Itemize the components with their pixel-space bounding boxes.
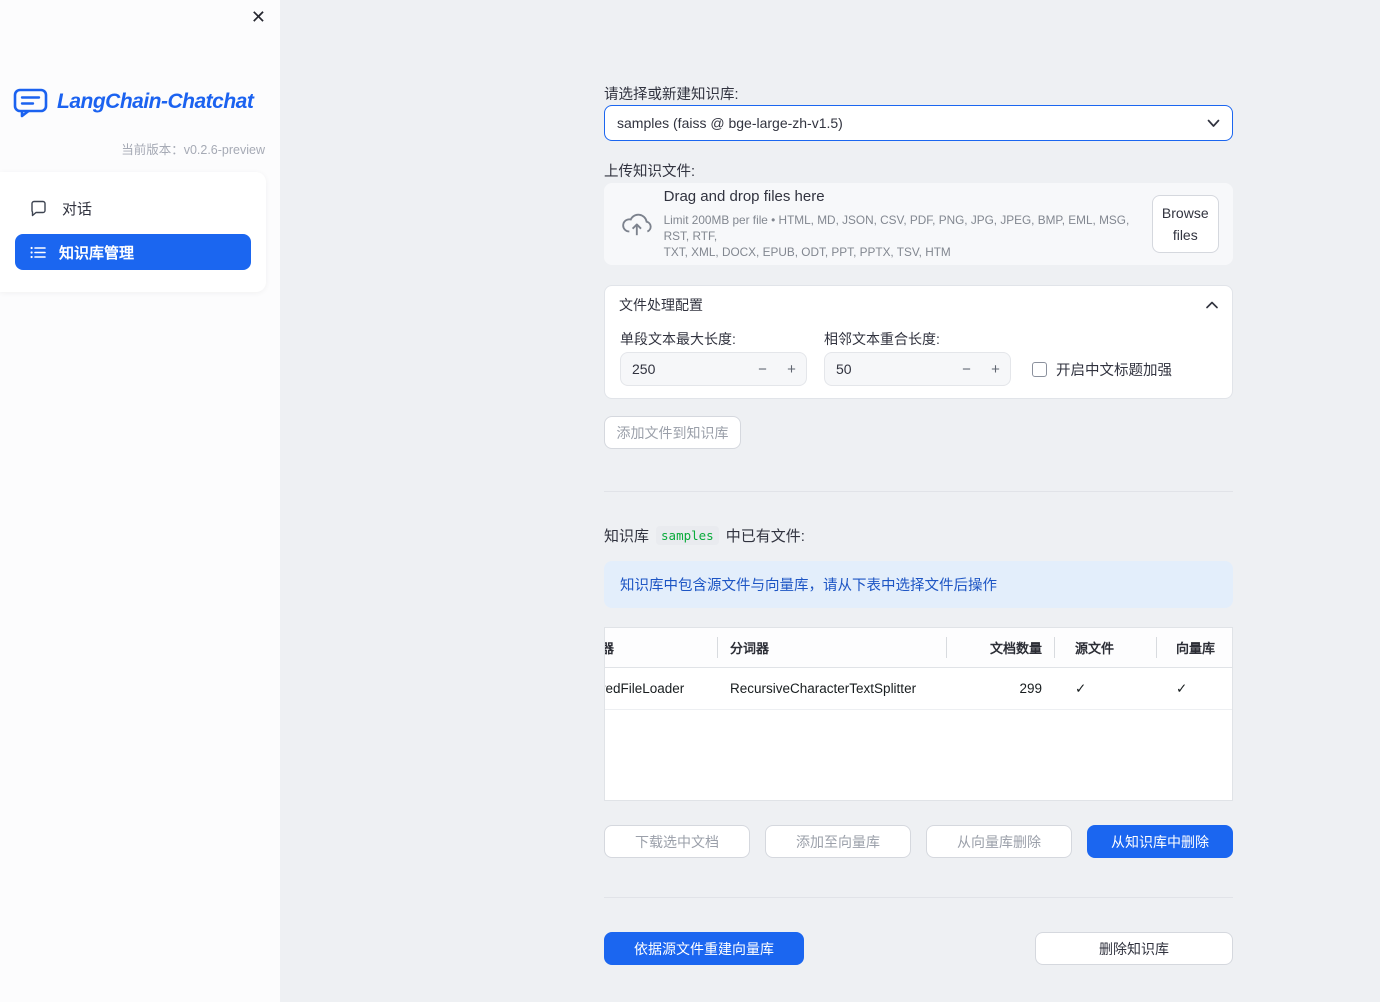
dropzone-text: Drag and drop files here Limit 200MB per…	[664, 188, 1152, 260]
chunk-increment-button[interactable]: +	[777, 361, 806, 378]
info-alert: 知识库中包含源文件与向量库，请从下表中选择文件后操作	[604, 561, 1233, 608]
overlap-value: 50	[836, 361, 852, 377]
chunk-size-value: 250	[632, 361, 656, 377]
chevron-up-icon	[1206, 301, 1218, 308]
kb-selectbox[interactable]: samples (faiss @ bge-large-zh-v1.5)	[604, 105, 1233, 141]
chat-bubble-icon	[31, 200, 46, 216]
file-actions-row: 下载选中文档 添加至向量库 从向量库删除 从知识库中删除	[604, 825, 1233, 858]
cell-doc-count: 299	[1019, 681, 1042, 696]
divider	[604, 897, 1233, 898]
upload-cloud-icon	[622, 213, 652, 236]
main-content: 请选择或新建知识库: samples (faiss @ bge-large-zh…	[604, 0, 1234, 1002]
table-row[interactable]: redFileLoader RecursiveCharacterTextSpli…	[605, 668, 1232, 710]
chevron-down-icon[interactable]	[1207, 119, 1220, 128]
chunk-decrement-button[interactable]: −	[748, 361, 777, 378]
version-label: 当前版本：v0.2.6-preview	[121, 143, 265, 157]
col-header-splitter[interactable]: 分词器	[718, 628, 947, 667]
logo-chat-icon	[13, 88, 48, 118]
app-logo: LangChain-Chatchat	[13, 86, 267, 118]
kb-files-prefix: 知识库	[604, 528, 650, 545]
checkbox-box[interactable]	[1032, 361, 1047, 377]
kb-selectbox-value: samples (faiss @ bge-large-zh-v1.5)	[617, 115, 843, 131]
sidebar-item-knowledge-base[interactable]: 知识库管理	[15, 234, 251, 270]
menu-item-label: 知识库管理	[59, 244, 135, 262]
kb-files-suffix: 中已有文件:	[725, 528, 805, 545]
browse-files-button[interactable]: Browse files	[1151, 195, 1220, 253]
cell-splitter: RecursiveCharacterTextSplitter	[730, 681, 917, 696]
chunk-size-input[interactable]: 250 − +	[620, 352, 807, 386]
col-header-loader[interactable]: 器	[605, 628, 718, 667]
sidebar: ✕ LangChain-Chatchat 当前版本：v0.2.6-preview…	[0, 0, 280, 1002]
rebuild-vector-store-button[interactable]: 依据源文件重建向量库	[604, 932, 804, 965]
sidebar-item-dialogue[interactable]: 对话	[0, 186, 266, 230]
files-table: 器 分词器 文档数量 源文件 向量库 redFileLoader Recursi…	[604, 627, 1233, 801]
checkbox-label: 开启中文标题加强	[1056, 362, 1172, 379]
sidebar-menu: 对话 知识库管理	[0, 172, 266, 292]
overlap-label: 相邻文本重合长度:	[824, 331, 940, 347]
delete-from-vector-store-button[interactable]: 从向量库删除	[926, 825, 1072, 858]
download-selected-button[interactable]: 下载选中文档	[604, 825, 750, 858]
delete-from-kb-button[interactable]: 从知识库中删除	[1087, 825, 1233, 858]
expander-title: 文件处理配置	[619, 296, 703, 313]
dropzone-limit: Limit 200MB per file • HTML, MD, JSON, C…	[664, 212, 1152, 260]
col-header-doc-count[interactable]: 文档数量	[947, 628, 1055, 667]
close-sidebar-icon[interactable]: ✕	[251, 7, 266, 27]
kb-files-heading: 知识库 samples 中已有文件:	[604, 525, 805, 546]
logo-text: LangChain-Chatchat	[57, 90, 254, 113]
dropzone-title: Drag and drop files here	[663, 188, 825, 205]
dropzone-limit-line1: Limit 200MB per file • HTML, MD, JSON, C…	[663, 213, 1130, 243]
chunk-size-label: 单段文本最大长度:	[620, 331, 736, 347]
add-files-to-kb-button[interactable]: 添加文件到知识库	[604, 416, 741, 449]
file-config-expander: 文件处理配置 单段文本最大长度: 相邻文本重合长度: 250 − + 50 − …	[604, 285, 1233, 399]
delete-kb-button[interactable]: 删除知识库	[1035, 932, 1233, 965]
overlap-decrement-button[interactable]: −	[952, 361, 981, 378]
list-icon	[30, 246, 46, 258]
divider	[604, 491, 1233, 492]
cell-vector-check: ✓	[1176, 680, 1188, 696]
kb-select-label: 请选择或新建知识库:	[604, 87, 739, 103]
col-header-source-file[interactable]: 源文件	[1055, 628, 1157, 667]
add-to-vector-store-button[interactable]: 添加至向量库	[765, 825, 911, 858]
col-header-vector-store[interactable]: 向量库	[1157, 628, 1232, 667]
overlap-input[interactable]: 50 − +	[824, 352, 1011, 386]
app-window: ✕ LangChain-Chatchat 当前版本：v0.2.6-preview…	[0, 0, 1380, 1002]
overlap-increment-button[interactable]: +	[981, 361, 1010, 378]
dropzone-limit-line2: TXT, XML, DOCX, EPUB, ODT, PPT, PPTX, TS…	[663, 245, 951, 259]
zh-title-enhance-checkbox[interactable]: 开启中文标题加强	[1032, 352, 1172, 386]
file-config-expander-header[interactable]: 文件处理配置	[605, 286, 1232, 323]
info-text: 知识库中包含源文件与向量库，请从下表中选择文件后操作	[620, 578, 997, 594]
upload-label: 上传知识文件:	[604, 164, 696, 180]
cell-source-check: ✓	[1075, 680, 1087, 696]
file-dropzone[interactable]: Drag and drop files here Limit 200MB per…	[604, 183, 1233, 265]
kb-name-code: samples	[656, 526, 719, 545]
menu-item-label: 对话	[62, 200, 93, 218]
table-header-row: 器 分词器 文档数量 源文件 向量库	[605, 628, 1232, 668]
cell-loader: redFileLoader	[605, 681, 685, 696]
